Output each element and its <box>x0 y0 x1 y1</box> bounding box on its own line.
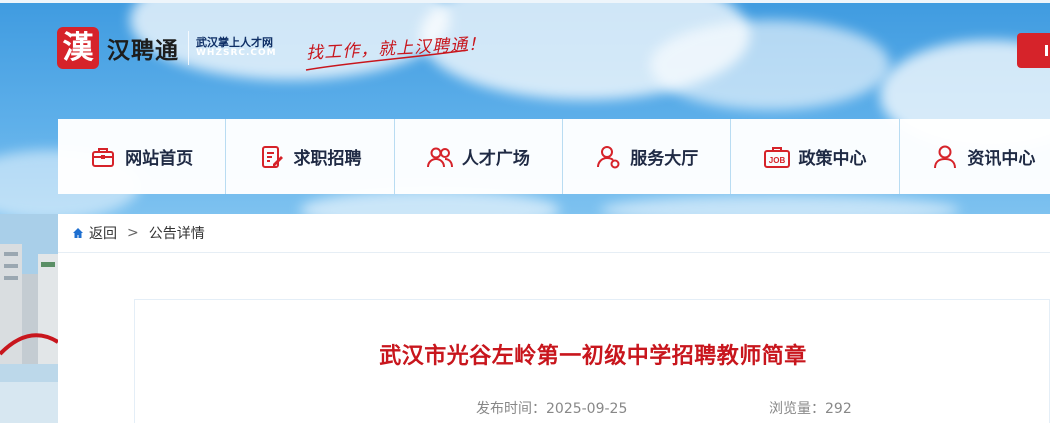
nav-item-policy[interactable]: JOB 政策中心 <box>731 119 900 194</box>
people-icon <box>426 147 453 167</box>
nav-item-service[interactable]: 服务大厅 <box>563 119 732 194</box>
user-icon <box>934 145 957 168</box>
logo-mark: 漢 <box>57 27 99 69</box>
breadcrumb-back-link[interactable]: 返回 <box>89 223 117 243</box>
publish-date: 发布时间：2025-09-25 <box>476 401 628 417</box>
job-bag-icon: JOB <box>763 146 790 168</box>
main-nav: 网站首页 求职招聘 人才广场 服务大厅 JOB 政策中心 资讯中心 <box>58 119 1050 194</box>
logo-divider <box>188 31 189 65</box>
logo-subtitle: 武汉掌上人才网 WHZSRC.COM <box>196 36 277 59</box>
nav-label: 人才广场 <box>461 149 530 169</box>
briefcase-icon <box>92 147 115 167</box>
nav-item-home[interactable]: 网站首页 <box>58 119 227 194</box>
site-logo[interactable]: 漢 汉聘通 武汉掌上人才网 WHZSRC.COM <box>57 27 277 69</box>
logo-name: 汉聘通 <box>107 38 179 64</box>
breadcrumb-current: 公告详情 <box>148 226 205 242</box>
nav-label: 服务大厅 <box>630 149 699 169</box>
view-count: 浏览量：292 <box>769 401 852 417</box>
breadcrumb: 返回 > 公告详情 <box>58 214 1050 253</box>
top-divider <box>0 0 1050 3</box>
breadcrumb-separator: > <box>127 225 139 241</box>
service-user-icon <box>597 145 620 168</box>
nav-item-news[interactable]: 资讯中心 <box>900 119 1050 194</box>
logo-subtitle-en: WHZSRC.COM <box>196 48 277 59</box>
home-icon <box>73 228 83 238</box>
nav-item-jobs[interactable]: 求职招聘 <box>226 119 395 194</box>
slogan-swoosh <box>305 49 469 71</box>
resume-edit-icon <box>261 145 283 168</box>
city-skyline-image <box>0 214 58 423</box>
login-button[interactable] <box>1017 33 1050 68</box>
nav-label: 政策中心 <box>798 149 867 169</box>
nav-label: 求职招聘 <box>293 149 362 169</box>
nav-label: 网站首页 <box>125 149 194 169</box>
article-panel: 武汉市光谷左岭第一初级中学招聘教师简章 发布时间：2025-09-25 浏览量：… <box>134 299 1050 423</box>
nav-label: 资讯中心 <box>967 149 1036 169</box>
nav-item-talent[interactable]: 人才广场 <box>395 119 564 194</box>
svg-text:JOB: JOB <box>768 156 785 165</box>
article-title: 武汉市光谷左岭第一初级中学招聘教师简章 <box>379 344 807 369</box>
